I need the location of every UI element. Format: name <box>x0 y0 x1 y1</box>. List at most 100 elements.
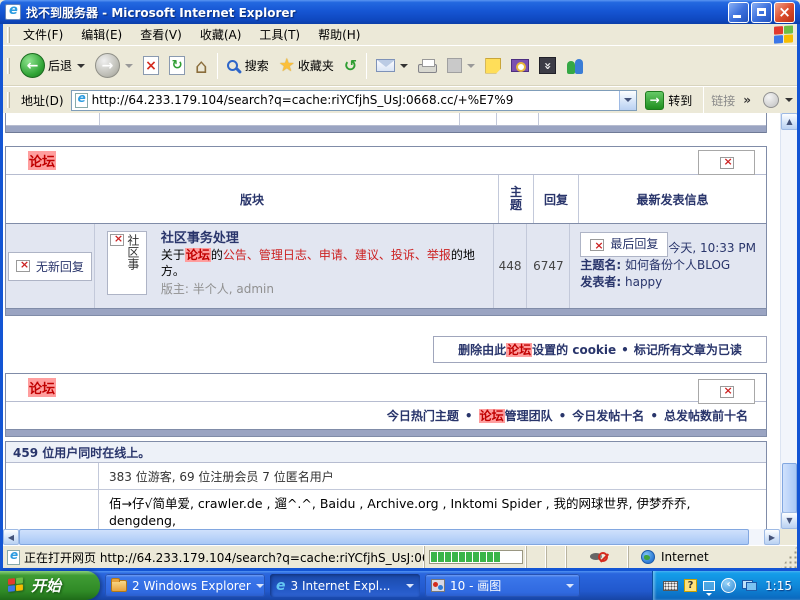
menu-favorites[interactable]: 收藏(A) <box>191 24 251 45</box>
favorites-button[interactable]: 收藏夹 <box>275 53 338 78</box>
menu-view[interactable]: 查看(V) <box>131 24 191 45</box>
collapse-image-placeholder[interactable] <box>698 150 755 175</box>
print-icon <box>418 64 437 73</box>
back-button[interactable]: 后退 <box>16 51 89 80</box>
search-button[interactable]: 搜索 <box>223 55 273 76</box>
forum-section-title-2[interactable]: 论坛 <box>28 378 56 397</box>
scroll-down-button[interactable] <box>781 512 797 529</box>
table-footer-strip <box>6 308 766 315</box>
throbber-icon <box>763 92 779 108</box>
history-button[interactable] <box>340 54 361 77</box>
menu-tools[interactable]: 工具(T) <box>250 24 309 45</box>
group-dropdown-icon <box>256 584 264 588</box>
board-icon-box[interactable]: 社区事 <box>107 231 147 295</box>
board-topic-links[interactable]: 公告、管理日志、申请、建议、投诉、举报 <box>223 248 451 262</box>
search-label: 搜索 <box>245 57 269 74</box>
vertical-scrollbar[interactable] <box>780 113 797 529</box>
top-posters-total-link[interactable]: 总发帖数前十名 <box>664 407 748 424</box>
research-book-icon <box>511 59 529 72</box>
board-title-link[interactable]: 社区事务处理 <box>161 231 493 247</box>
scroll-right-button[interactable] <box>764 529 780 545</box>
minimize-button[interactable] <box>728 2 749 23</box>
search-term-highlight: 论坛 <box>506 343 532 357</box>
scroll-left-button[interactable] <box>3 529 19 545</box>
notes-button[interactable] <box>481 56 505 76</box>
cookie-actions-box: 删除由此论坛设置的 cookie • 标记所有文章为已读 <box>433 336 767 363</box>
menubar-grip[interactable] <box>7 27 10 43</box>
menu-file[interactable]: 文件(F) <box>14 24 72 45</box>
last-reply-button[interactable]: 最后回复 <box>580 232 668 257</box>
hide-icons-chevron[interactable] <box>703 581 715 591</box>
mark-read-link[interactable]: 标记所有文章为已读 <box>634 341 742 358</box>
research-button[interactable] <box>507 57 533 74</box>
download-manager-button[interactable] <box>535 55 560 76</box>
messenger-button[interactable] <box>562 55 590 76</box>
status-page-icon <box>7 550 20 565</box>
menu-help[interactable]: 帮助(H) <box>309 24 369 45</box>
print-button[interactable] <box>414 56 441 75</box>
forward-icon <box>95 53 120 78</box>
forward-button[interactable] <box>91 51 137 80</box>
addressbar: 地址(D) http://64.233.179.104/search?q=cac… <box>3 86 797 113</box>
refresh-icon <box>169 56 185 75</box>
online-users-left-cell <box>6 490 99 529</box>
home-button[interactable] <box>191 52 212 80</box>
folder-icon <box>111 580 127 592</box>
edit-button[interactable] <box>443 56 479 75</box>
top-posters-today-link[interactable]: 今日发帖十名 <box>572 407 644 424</box>
taskbar-button-ie[interactable]: e 3 Internet Expl... <box>270 574 420 597</box>
addressbar-separator <box>703 87 704 113</box>
links-chevron-icon[interactable] <box>739 93 751 107</box>
go-button[interactable]: 转到 <box>641 91 696 110</box>
broken-image-icon <box>720 386 734 398</box>
search-icon <box>227 60 238 71</box>
column-header-topics: 主题 <box>499 175 534 223</box>
scroll-up-button[interactable] <box>781 113 797 130</box>
taskbar-button-label: 2 Windows Explorer <box>132 579 251 593</box>
maximize-button[interactable] <box>751 2 772 23</box>
links-label[interactable]: 链接 <box>711 92 735 109</box>
taskbar-button-explorer[interactable]: 2 Windows Explorer <box>105 574 265 597</box>
last-poster-link[interactable]: happy <box>625 275 662 289</box>
last-topic-link[interactable]: 如何备份个人BLOG <box>625 258 730 272</box>
board-description: 关于论坛的公告、管理日志、申请、建议、投诉、举报的地方。 <box>161 247 493 279</box>
broken-image-icon <box>16 260 30 272</box>
hot-topics-link[interactable]: 今日热门主题 <box>387 407 459 424</box>
stop-button[interactable] <box>139 54 163 77</box>
last-topic-line: 主题名: 如何备份个人BLOG <box>580 257 756 274</box>
paint-icon <box>431 579 445 592</box>
close-button[interactable] <box>774 2 795 23</box>
maximize-icon <box>757 8 766 16</box>
horizontal-scroll-thumb[interactable] <box>19 529 749 545</box>
system-tray: 1:15 <box>652 571 800 600</box>
language-bar-icon[interactable] <box>721 578 736 593</box>
keyboard-tray-icon[interactable] <box>663 581 678 591</box>
management-team-link[interactable]: 论坛管理团队 <box>479 407 553 424</box>
throbber-dropdown-icon[interactable] <box>785 98 793 102</box>
addressbar-grip[interactable] <box>7 92 10 108</box>
network-tray-icon[interactable] <box>742 580 757 591</box>
delete-cookie-link[interactable]: 删除由此论坛设置的 cookie <box>458 341 616 358</box>
horizontal-scrollbar[interactable] <box>3 529 780 545</box>
privacy-report-pane[interactable] <box>567 546 629 568</box>
windows-flag-icon <box>8 577 25 594</box>
toolbar-grip[interactable] <box>7 58 10 74</box>
start-button[interactable]: 开始 <box>0 571 100 600</box>
column-header-latest: 最新发表信息 <box>579 175 766 223</box>
forum-section-title[interactable]: 论坛 <box>28 151 56 170</box>
mail-button[interactable] <box>372 57 412 74</box>
menu-edit[interactable]: 编辑(E) <box>72 24 131 45</box>
address-dropdown-button[interactable] <box>619 91 636 110</box>
resize-grip[interactable] <box>781 546 797 568</box>
status-empty-pane-1 <box>527 546 547 568</box>
latest-post-cell: 最后回复 今天, 10:33 PM 主题名: 如何备份个人BLOG 发表者: h… <box>570 224 766 308</box>
vertical-scroll-thumb[interactable] <box>782 463 797 513</box>
group-dropdown-icon <box>566 584 574 588</box>
address-input[interactable]: http://64.233.179.104/search?q=cache:riY… <box>71 90 638 111</box>
zone-label: Internet <box>661 550 709 564</box>
collapse-image-placeholder-2[interactable] <box>698 379 755 404</box>
moderators-line[interactable]: 版主: 半个人, admin <box>161 281 493 297</box>
taskbar-button-paint[interactable]: 10 - 画图 <box>425 574 580 597</box>
help-tray-icon[interactable] <box>684 579 697 592</box>
refresh-button[interactable] <box>165 54 189 77</box>
